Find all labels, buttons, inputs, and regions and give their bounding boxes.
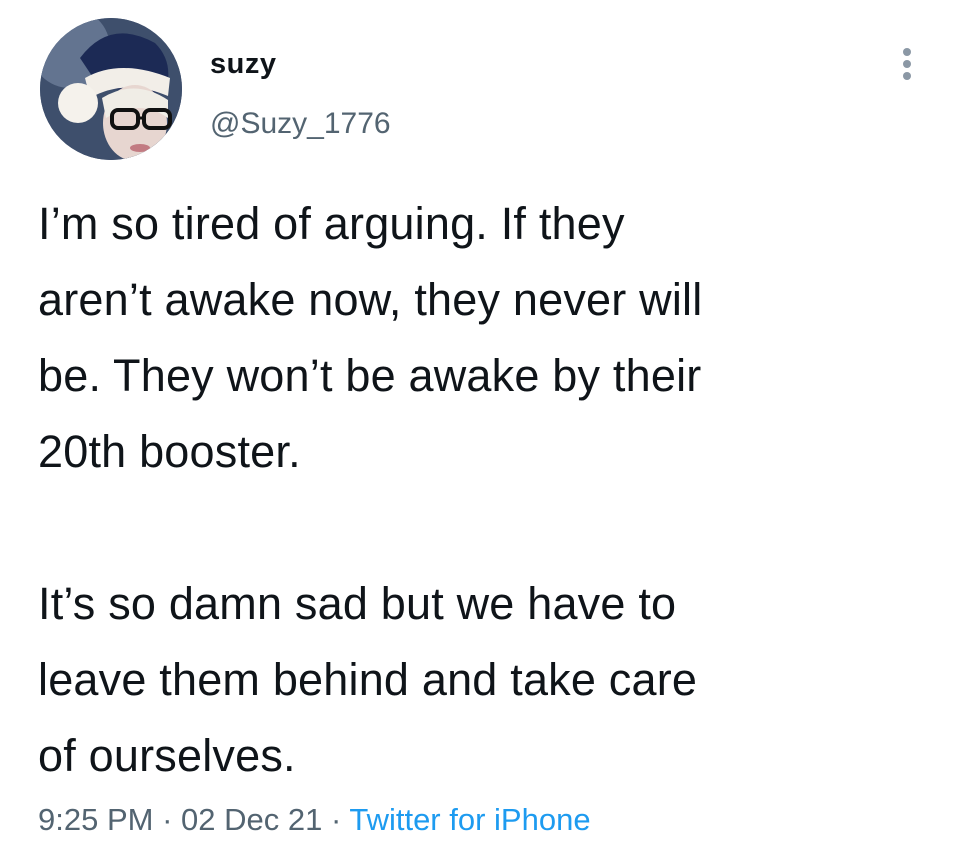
tweet-text: I’m so tired of arguing. If they aren’t … — [38, 198, 703, 781]
tweet-card: suzy @Suzy_1776 I’m so tired of arguing.… — [0, 0, 960, 862]
author-handle[interactable]: @Suzy_1776 — [210, 106, 391, 142]
tweet-meta: 9:25 PM · 02 Dec 21 · Twitter for iPhone — [38, 800, 591, 840]
meta-separator: · — [153, 802, 182, 837]
tweet-date[interactable]: 02 Dec 21 — [181, 802, 322, 837]
avatar-image — [40, 18, 182, 160]
tweet-source-link[interactable]: Twitter for iPhone — [349, 802, 590, 837]
more-options-button[interactable] — [896, 44, 920, 84]
tweet-time[interactable]: 9:25 PM — [38, 802, 153, 837]
avatar[interactable] — [40, 18, 182, 160]
author-display-name[interactable]: suzy — [210, 46, 276, 82]
meta-separator: · — [322, 802, 350, 837]
